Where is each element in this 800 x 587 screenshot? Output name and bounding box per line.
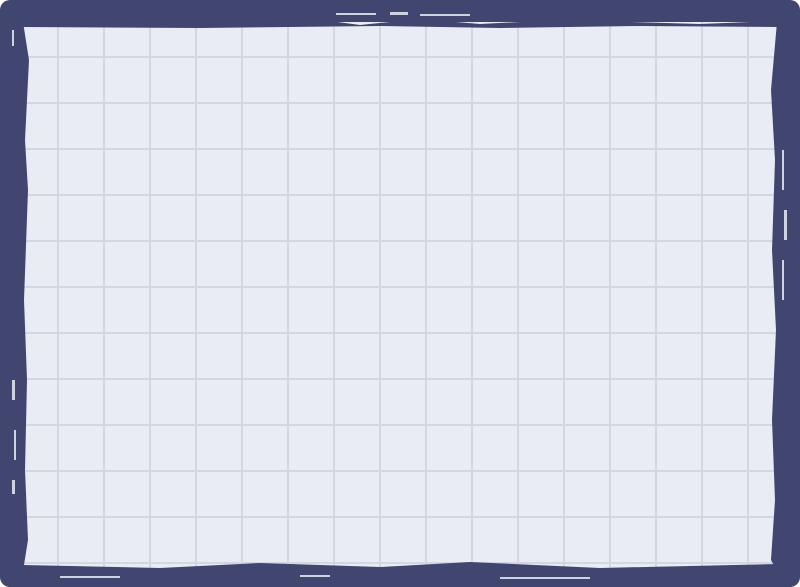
grid-paper-canvas xyxy=(23,22,777,571)
board-frame xyxy=(0,0,800,587)
